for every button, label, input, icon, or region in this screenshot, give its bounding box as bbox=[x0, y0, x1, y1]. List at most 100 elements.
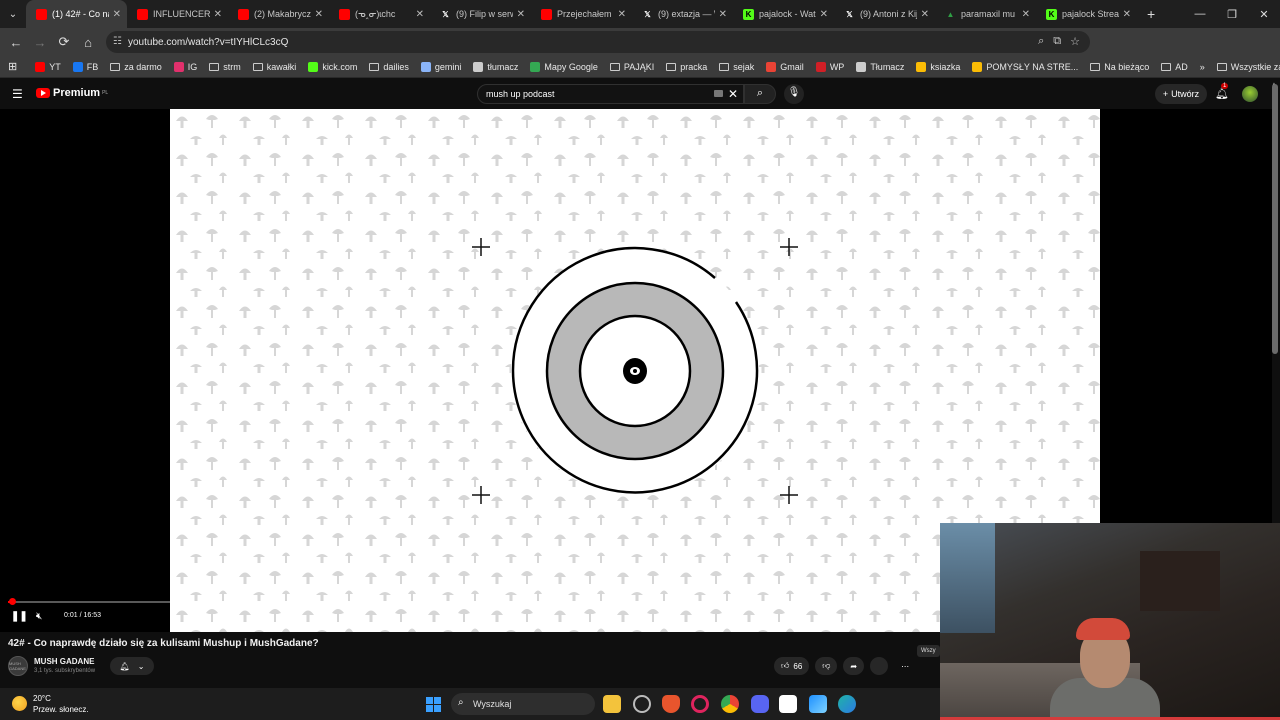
browser-tab[interactable]: Kpajalock Strea ✕ bbox=[1036, 0, 1137, 28]
channel-avatar[interactable]: MUSH GADANE bbox=[8, 656, 28, 676]
close-tab-icon[interactable]: ✕ bbox=[517, 9, 525, 20]
close-tab-icon[interactable]: ✕ bbox=[618, 9, 626, 20]
bookmark-item[interactable]: strm bbox=[203, 56, 247, 78]
all-bookmarks-button[interactable]: Wszystkie zakładki bbox=[1211, 56, 1280, 78]
mute-icon[interactable]: 🔇︎ bbox=[36, 611, 42, 622]
tab-search-chevron-icon[interactable]: ⌄ bbox=[0, 9, 26, 20]
bookmark-item[interactable]: gemini bbox=[415, 56, 468, 78]
subscriber-count: 3,1 tys. subskrybentów bbox=[34, 668, 96, 674]
bookmark-star-icon[interactable]: ☆ bbox=[1070, 35, 1080, 48]
browser-tab[interactable]: 𝕏 (9) extazja — W ✕ bbox=[632, 0, 733, 28]
search-button[interactable]: ⌕ bbox=[744, 84, 776, 104]
browser-tab[interactable]: Przejechałem ✕ bbox=[531, 0, 632, 28]
bookmark-item[interactable]: kick.com bbox=[302, 56, 363, 78]
close-tab-icon[interactable]: ✕ bbox=[1022, 9, 1030, 20]
close-tab-icon[interactable]: ✕ bbox=[416, 9, 424, 20]
file-explorer-icon[interactable] bbox=[603, 695, 621, 713]
bookmark-item[interactable]: tłumacz bbox=[467, 56, 524, 78]
chrome-icon[interactable] bbox=[721, 695, 739, 713]
menu-hamburger-icon[interactable]: ☰ bbox=[12, 87, 23, 101]
home-icon[interactable]: ⌂ bbox=[76, 35, 100, 50]
site-info-icon[interactable]: ☷ bbox=[113, 36, 122, 47]
youtube-premium-logo[interactable]: Premium PL bbox=[36, 87, 108, 99]
brave-browser-icon[interactable] bbox=[662, 695, 680, 713]
discord-icon[interactable] bbox=[751, 695, 769, 713]
restore-window-button[interactable]: ❐ bbox=[1216, 8, 1248, 21]
create-button[interactable]: + Utwórz bbox=[1155, 84, 1207, 104]
bookmark-item[interactable]: Tłumacz bbox=[850, 56, 910, 78]
bookmarks-overflow-icon[interactable]: » bbox=[1194, 56, 1211, 78]
bookmark-item[interactable]: Na bieżąco bbox=[1084, 56, 1155, 78]
scrubber-handle[interactable] bbox=[8, 598, 16, 605]
browser-tab[interactable]: (1) 42# - Co na ✕ bbox=[26, 0, 127, 28]
keyboard-icon[interactable] bbox=[714, 90, 723, 97]
start-button[interactable] bbox=[426, 697, 441, 712]
progress-bar[interactable] bbox=[8, 598, 940, 605]
bookmark-item[interactable]: dailies bbox=[363, 56, 415, 78]
browser-tab[interactable]: INFLUENCERKI ✕ bbox=[127, 0, 228, 28]
more-button[interactable] bbox=[870, 657, 889, 675]
taskbar-search[interactable]: ⌕ Wyszukaj bbox=[451, 693, 595, 715]
bookmark-item[interactable]: Mapy Google bbox=[524, 56, 604, 78]
close-tab-icon[interactable]: ✕ bbox=[921, 9, 929, 20]
close-tab-icon[interactable]: ✕ bbox=[315, 9, 323, 20]
bookmark-item[interactable]: ksiazka bbox=[910, 56, 966, 78]
page-scrollbar[interactable] bbox=[1272, 84, 1278, 354]
bookmark-item[interactable]: WP bbox=[810, 56, 851, 78]
capcut-icon[interactable] bbox=[779, 695, 797, 713]
search-input[interactable]: mush up podcast ✕ bbox=[477, 84, 744, 104]
bookmark-item[interactable]: POMYSŁY NA STRE... bbox=[966, 56, 1084, 78]
settings-icon[interactable] bbox=[633, 695, 651, 713]
reload-icon[interactable]: ⟳ bbox=[52, 34, 76, 50]
minimize-window-button[interactable]: — bbox=[1184, 8, 1216, 20]
channel-name[interactable]: MUSH GADANE bbox=[34, 657, 94, 666]
bookmark-item[interactable]: pracka bbox=[660, 56, 713, 78]
new-tab-button[interactable]: + bbox=[1137, 6, 1165, 22]
voice-search-button[interactable]: 🎙︎ bbox=[784, 84, 804, 104]
account-avatar[interactable] bbox=[1242, 86, 1258, 102]
dislike-button[interactable]: 👎︎ bbox=[815, 657, 838, 675]
zoom-icon[interactable]: ⌕ bbox=[1038, 35, 1044, 48]
close-window-button[interactable]: ✕ bbox=[1248, 8, 1280, 21]
photos-icon[interactable] bbox=[809, 695, 827, 713]
browser-tab[interactable]: Kpajalock - Wat ✕ bbox=[733, 0, 834, 28]
close-tab-icon[interactable]: ✕ bbox=[113, 9, 121, 20]
bookmark-item[interactable]: AD bbox=[1155, 56, 1194, 78]
clear-search-icon[interactable]: ✕ bbox=[728, 87, 738, 101]
like-button[interactable]: 👍︎ 66 bbox=[774, 657, 810, 675]
bookmark-item[interactable]: kawałki bbox=[247, 56, 303, 78]
folder-icon bbox=[369, 62, 380, 71]
bookmark-item[interactable]: sejak bbox=[713, 56, 760, 78]
search-icon: ⌕ bbox=[756, 87, 764, 99]
browser-tab[interactable]: (2) Makabryczn ✕ bbox=[228, 0, 329, 28]
close-tab-icon[interactable]: ✕ bbox=[214, 9, 222, 20]
bookmark-item[interactable]: PAJĄKI bbox=[604, 56, 660, 78]
bookmark-item[interactable]: YT bbox=[29, 56, 67, 78]
notifications-button[interactable]: 🔔︎ 1 bbox=[1215, 83, 1229, 100]
bookmark-item[interactable]: za darmo bbox=[104, 56, 168, 78]
install-app-icon[interactable]: ⧉ bbox=[1053, 35, 1061, 48]
close-tab-icon[interactable]: ✕ bbox=[820, 9, 828, 20]
share-button[interactable]: ➦ bbox=[843, 657, 865, 675]
edge-icon[interactable] bbox=[838, 695, 856, 713]
pause-icon[interactable]: ❚❚ bbox=[11, 611, 28, 622]
back-icon[interactable]: ← bbox=[4, 35, 28, 50]
forward-icon[interactable]: → bbox=[28, 35, 52, 50]
bookmark-item[interactable]: Gmail bbox=[760, 56, 810, 78]
close-tab-icon[interactable]: ✕ bbox=[1123, 9, 1131, 20]
browser-tab[interactable]: 𝕏 (9) Antoni z Kij ✕ bbox=[834, 0, 935, 28]
browser-tab[interactable]: (ᓀ‸ᓂ)ɩchc ✕ bbox=[329, 0, 430, 28]
opera-gx-icon[interactable] bbox=[691, 695, 709, 713]
apps-grid-icon[interactable]: ⊞ bbox=[0, 56, 29, 78]
more-actions-button[interactable]: ⋯ bbox=[894, 657, 916, 675]
browser-tab[interactable]: ▲ paramaxil mu ✕ bbox=[935, 0, 1036, 28]
close-tab-icon[interactable]: ✕ bbox=[719, 9, 727, 20]
browser-tab[interactable]: 𝕏 (9) Filip w serw ✕ bbox=[430, 0, 531, 28]
address-bar[interactable]: ☷ youtube.com/watch?v=tIYHlCLc3cQ ⌕ ⧉ ☆ bbox=[106, 31, 1090, 53]
folder-icon bbox=[666, 62, 677, 71]
bookmark-label: tłumacz bbox=[487, 61, 519, 72]
bookmark-item[interactable]: IG bbox=[168, 56, 204, 78]
weather-sun-icon[interactable] bbox=[12, 696, 27, 711]
bookmark-item[interactable]: FB bbox=[67, 56, 105, 78]
subscription-bell-button[interactable]: 🔔︎ ⌄ bbox=[110, 657, 154, 675]
